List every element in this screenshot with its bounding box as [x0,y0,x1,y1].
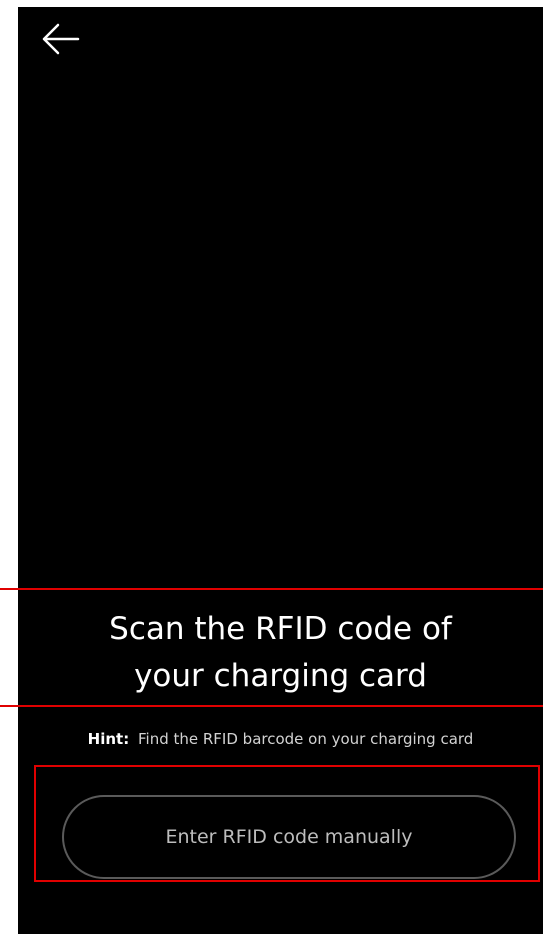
highlight-line-top [0,588,543,590]
enter-code-manually-label: Enter RFID code manually [165,826,413,848]
title-line-2: your charging card [134,658,427,694]
arrow-left-icon [42,23,80,55]
hint-label: Hint: [87,730,130,748]
enter-code-manually-button[interactable]: Enter RFID code manually [62,795,516,879]
back-button[interactable] [38,21,82,57]
hint-text: Hint: Find the RFID barcode on your char… [18,728,543,750]
page-title: Scan the RFID code of your charging card [18,606,543,700]
hint-body: Find the RFID barcode on your charging c… [138,730,474,748]
title-line-1: Scan the RFID code of [109,611,452,647]
highlight-line-bottom [0,705,543,707]
